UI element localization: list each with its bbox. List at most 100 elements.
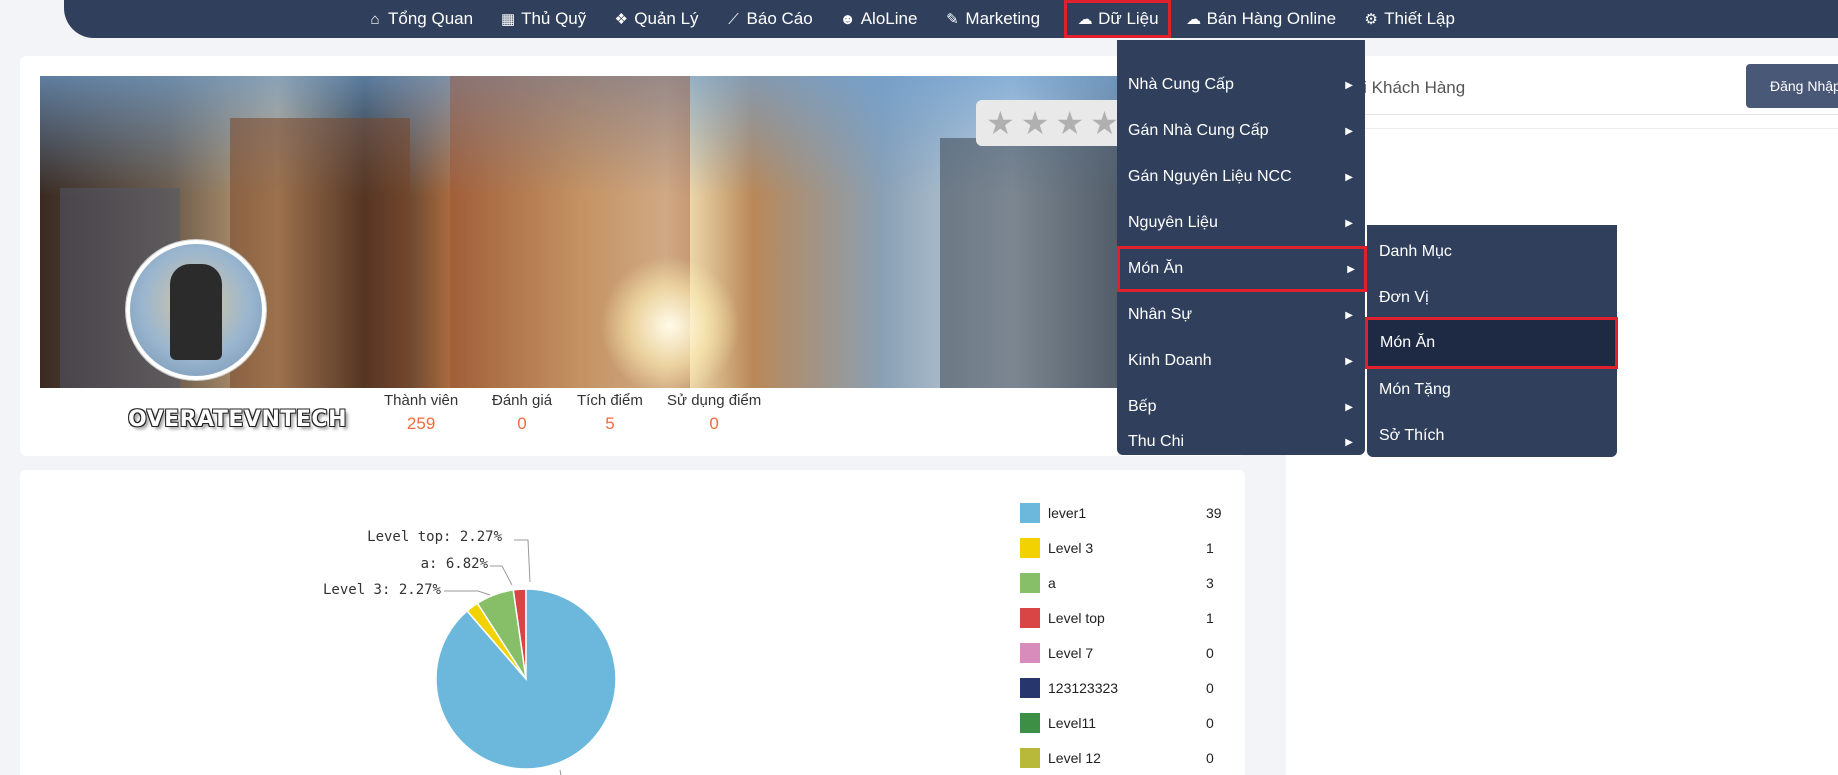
nav-label: Thủ Quỹ [521,9,587,28]
caret-right-icon: ▶ [1347,263,1355,275]
legend-label: Level11 [1048,715,1097,731]
legend-value: 0 [1206,715,1214,731]
legend-value: 0 [1206,750,1214,766]
avatar [126,240,266,380]
pie-slice-label: Level 3: 2.27% [323,582,442,598]
profile-name: OVERATEVNTECH [128,407,347,432]
nav-aloline[interactable]: ☻ AloLine [839,0,930,38]
legend-item[interactable]: Level top 1 [1020,607,1220,629]
submenu-item-mon-an[interactable]: Món Ăn [1365,317,1618,369]
nav-label: Quản Lý [634,9,699,28]
nav-tong-quan[interactable]: ⌂ Tổng Quan [366,0,485,38]
pie-slice-label: a: 6.82% [421,556,489,572]
menu-item-bep[interactable]: Bếp ▶ [1117,384,1365,430]
nav-bao-cao[interactable]: ⟋ Báo Cáo [725,0,825,38]
nav-ban-hang-online[interactable]: ☁ Bán Hàng Online [1185,0,1348,38]
star-icon: ★ [1020,105,1050,141]
stat-points-used: Sử dụng điểm 0 [667,392,762,433]
legend-value: 39 [1206,505,1222,521]
leader-line [444,590,491,596]
leader-line [559,769,562,775]
nav-label: Dữ Liệu [1098,9,1159,28]
caret-right-icon: ▶ [1345,309,1353,321]
submenu-item-don-vi[interactable]: Đơn Vị [1367,275,1617,321]
pie-slice-lever1[interactable] [435,588,617,770]
cloud-icon: ☁ [1186,11,1202,28]
menu-item-nguyen-lieu[interactable]: Nguyên Liệu ▶ [1117,200,1365,246]
nav-label: Thiết Lập [1384,9,1455,28]
legend-swatch [1020,538,1040,558]
stat-points: Tích điểm 5 [577,392,643,433]
submenu-item-so-thich[interactable]: Sở Thích [1367,413,1617,459]
menu-item-nha-cung-cap[interactable]: Nhà Cung Cấp ▶ [1117,62,1365,108]
legend-item[interactable]: a3 [1020,572,1220,594]
paintbrush-icon: ✎ [946,11,959,28]
calculator-icon: ▦ [500,11,516,28]
nav-label: Tổng Quan [388,9,474,28]
legend-swatch [1020,678,1040,698]
login-button[interactable]: Đăng Nhập [1746,64,1838,108]
stat-reviews: Đánh giá 0 [492,392,553,433]
right-panel-title: ời Khách Hàng [1352,78,1466,97]
leader-line [490,565,513,586]
menu-item-kinh-doanh[interactable]: Kinh Doanh ▶ [1117,338,1365,384]
legend-label: Level top [1048,610,1105,626]
nav-thiet-lap[interactable]: ⚙ Thiết Lập [1362,0,1467,38]
gear-icon: ⚙ [1364,11,1378,28]
menu-item-mon-an[interactable]: Món Ăn ▶ [1117,246,1367,292]
star-rating[interactable]: ★ ★ ★ ★ [976,100,1126,146]
du-lieu-dropdown: Nhà Cung Cấp ▶ Gán Nhà Cung Cấp ▶ Gán Nguy… [1117,40,1367,455]
stat-members: Thành viên 259 [384,392,459,433]
menu-item-thu-chi[interactable]: Thu Chi ▶ [1117,430,1365,454]
legend-swatch [1020,608,1040,628]
users-icon: ☻ [839,10,856,28]
divider [1286,114,1838,115]
star-icon: ★ [1090,105,1119,141]
legend-value: 3 [1206,575,1214,591]
legend-label: Level 12 [1048,750,1101,766]
nav-thu-quy[interactable]: ▦ Thủ Quỹ [499,0,598,38]
legend-label: 123123323 [1048,680,1119,696]
caret-right-icon: ▶ [1345,436,1353,448]
legend-label: Level 3 [1048,540,1094,556]
legend-item[interactable]: lever1 39 [1020,502,1222,524]
caret-right-icon: ▶ [1345,125,1353,137]
legend-swatch [1020,573,1040,593]
leader-line [514,539,531,583]
legend-item[interactable]: Level 3 1 [1020,537,1220,559]
menu-item-nhan-su[interactable]: Nhân Sự ▶ [1117,292,1365,338]
menu-item-gan-nha-cung-cap[interactable]: Gán Nhà Cung Cấp ▶ [1117,108,1365,154]
legend-item[interactable]: Level 12 0 [1020,747,1220,769]
legend-value: 1 [1206,610,1214,626]
line-chart-icon: ⟋ [728,10,739,28]
nav-label: Bán Hàng Online [1206,9,1337,28]
mon-an-submenu: Danh Mục Đơn Vị Món Ăn Món Tặng Sở Thích [1365,225,1618,459]
home-icon: ⌂ [370,10,380,28]
legend-item[interactable]: 123123323 0 [1020,677,1220,699]
caret-right-icon: ▶ [1345,355,1353,367]
star-icon: ★ [986,105,1015,141]
nav-label: Báo Cáo [746,9,813,28]
legend-swatch [1020,643,1040,663]
legend-swatch [1020,748,1040,768]
legend-value: 0 [1206,680,1214,696]
legend-item[interactable]: Level11 0 [1020,712,1220,734]
nav-du-lieu[interactable]: ☁ Dữ Liệu [1064,0,1171,38]
caret-right-icon: ▶ [1345,171,1353,183]
nav-label: Marketing [965,9,1041,28]
legend-label: Level 7 [1048,645,1094,661]
menu-item-gan-nguyen-lieu-ncc[interactable]: Gán Nguyên Liệu NCC ▶ [1117,154,1365,200]
legend-label: lever1 [1048,505,1087,521]
top-navigation-bar: ⌂ Tổng Quan ▦ Thủ Quỹ ❖ Quản Lý ⟋ Báo Cáo ☻ A… [64,0,1838,38]
legend-item[interactable]: Level 7 0 [1020,642,1220,664]
cloud-upload-icon: ☁ [1077,11,1093,28]
submenu-item-mon-tang[interactable]: Món Tặng [1367,367,1617,413]
submenu-item-danh-muc[interactable]: Danh Mục [1367,229,1617,275]
divider [1286,128,1838,129]
nav-marketing[interactable]: ✎ Marketing [943,0,1052,38]
nav-quan-ly[interactable]: ❖ Quản Lý [612,0,710,38]
legend-swatch [1020,713,1040,733]
legend-value: 1 [1206,540,1214,556]
star-icon: ★ [1055,105,1085,141]
caret-right-icon: ▶ [1345,79,1353,91]
